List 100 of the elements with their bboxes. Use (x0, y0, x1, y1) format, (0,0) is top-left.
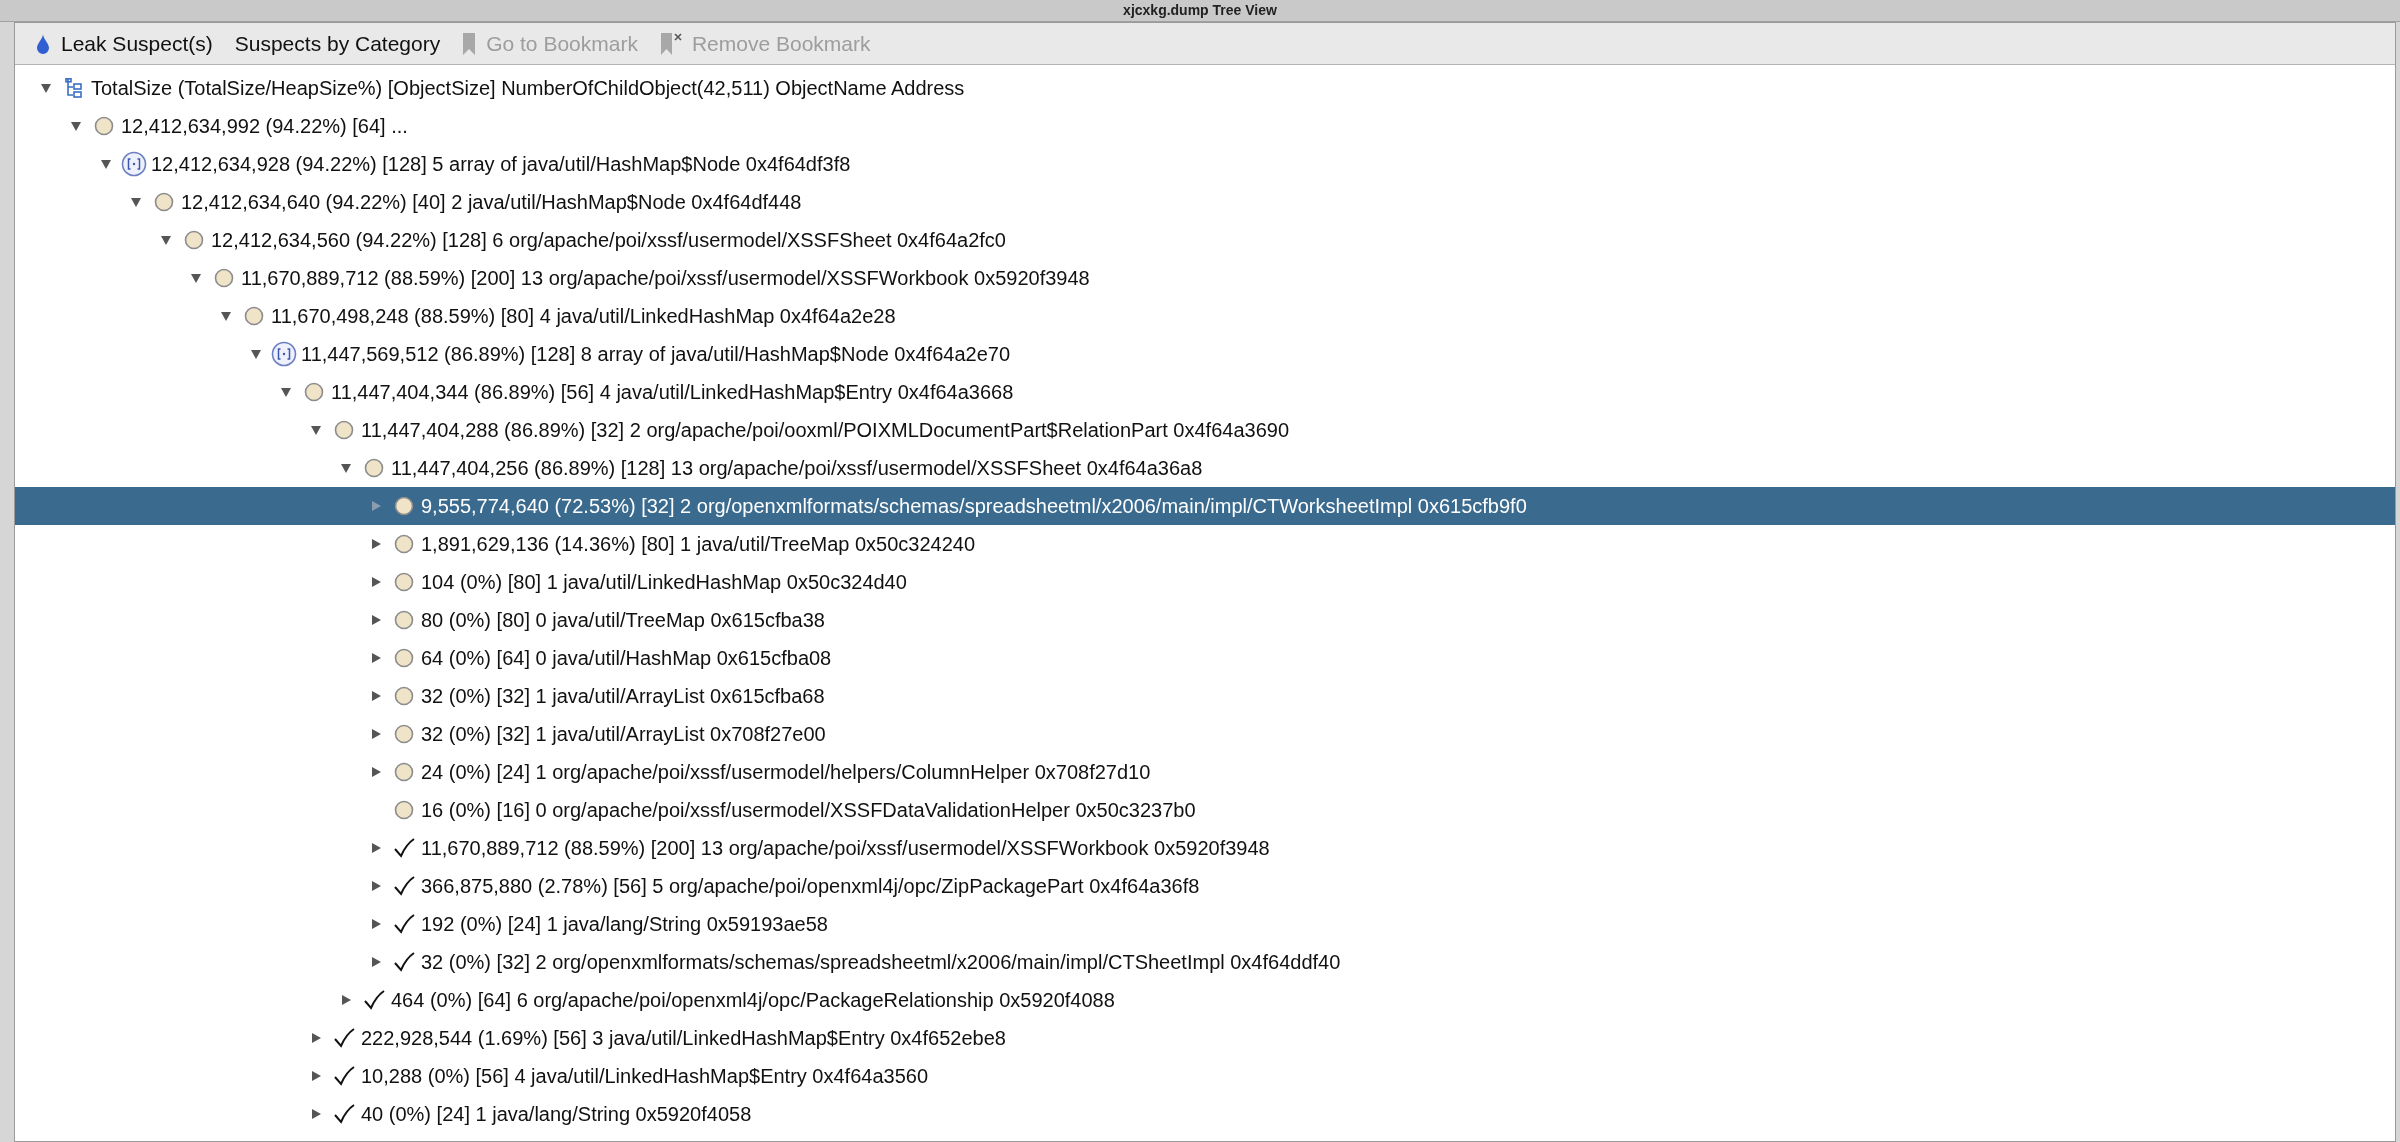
tree-row[interactable]: 11,670,889,712 (88.59%) [200] 13 org/apache/poi/xssf/usermodel/XSSFWorkbook 0x5920f3948 (15, 829, 2395, 867)
check-mark-icon (333, 1028, 355, 1048)
tree-row[interactable]: TotalSize (TotalSize/HeapSize%) [ObjectSize] NumberOfChildObject(42,511) ObjectName Address (15, 69, 2395, 107)
tree-row[interactable]: 32 (0%) [32] 1 java/util/ArrayList 0x615cfba68 (15, 677, 2395, 715)
node-label: 32 (0%) [32] 1 java/util/ArrayList 0x615cfba68 (421, 684, 825, 709)
circle-icon (364, 458, 384, 478)
circle-icon (154, 192, 174, 212)
tree-row[interactable]: 40 (0%) [24] 1 java/lang/String 0x5920f4058 (15, 1095, 2395, 1133)
collapse-arrow-icon[interactable] (40, 82, 52, 94)
tree-row[interactable]: 12,412,634,992 (94.22%) [64] ... (15, 107, 2395, 145)
expand-arrow-icon[interactable] (370, 576, 382, 588)
node-label: 40 (0%) [24] 1 java/lang/String 0x5920f4058 (361, 1102, 752, 1127)
tree-row[interactable]: 192 (0%) [24] 1 java/lang/String 0x59193ae58 (15, 905, 2395, 943)
expand-arrow-icon[interactable] (370, 956, 382, 968)
node-label: 1,891,629,136 (14.36%) [80] 1 java/util/TreeMap 0x50c324240 (421, 532, 976, 557)
node-label: 10,288 (0%) [56] 4 java/util/LinkedHashMap$Entry 0x4f64a3560 (361, 1064, 929, 1089)
collapse-arrow-icon[interactable] (130, 196, 142, 208)
expand-arrow-icon[interactable] (370, 538, 382, 550)
circle-icon (334, 420, 354, 440)
tree-row[interactable]: 80 (0%) [80] 0 java/util/TreeMap 0x615cfba38 (15, 601, 2395, 639)
collapse-arrow-icon[interactable] (100, 158, 112, 170)
node-label: 104 (0%) [80] 1 java/util/LinkedHashMap 0x50c324d40 (421, 570, 907, 595)
collapse-arrow-icon[interactable] (160, 234, 172, 246)
expand-arrow-icon[interactable] (370, 918, 382, 930)
circle-icon (244, 306, 264, 326)
expand-arrow-icon[interactable] (340, 994, 352, 1006)
toolbar-button[interactable]: Suspects by Category (234, 27, 441, 60)
expand-arrow-icon[interactable] (370, 842, 382, 854)
circle-icon (184, 230, 204, 250)
tree-row[interactable]: 11,447,404,344 (86.89%) [56] 4 java/util/LinkedHashMap$Entry 0x4f64a3668 (15, 373, 2395, 411)
expand-arrow-icon[interactable] (370, 690, 382, 702)
node-label: 12,412,634,992 (94.22%) [64] ... (121, 114, 408, 139)
collapse-arrow-icon[interactable] (250, 348, 262, 360)
collapse-arrow-icon[interactable] (280, 386, 292, 398)
tree-row[interactable]: 222,928,544 (1.69%) [56] 3 java/util/LinkedHashMap$Entry 0x4f652ebe8 (15, 1019, 2395, 1057)
bookmark-icon (462, 31, 477, 56)
check-mark-icon (333, 1104, 355, 1124)
expand-arrow-icon[interactable] (310, 1108, 322, 1120)
node-label: 11,670,889,712 (88.59%) [200] 13 org/apache/poi/xssf/usermodel/XSSFWorkbook 0x5920f3948 (241, 266, 1090, 291)
circle-icon (394, 534, 414, 554)
node-label: 11,447,404,288 (86.89%) [32] 2 org/apache/poi/ooxml/POIXMLDocumentPart$RelationPart 0x4f64a3690 (361, 418, 1289, 443)
tree-row[interactable]: 11,447,404,288 (86.89%) [32] 2 org/apache/poi/ooxml/POIXMLDocumentPart$RelationPart 0x4f64a3690 (15, 411, 2395, 449)
tree-row[interactable]: 32 (0%) [32] 2 org/openxmlformats/schemas/spreadsheetml/x2006/main/impl/CTSheetImpl 0x4f64ddf40 (15, 943, 2395, 981)
node-label: 9,555,774,640 (72.53%) [32] 2 org/openxmlformats/schemas/spreadsheetml/x2006/main/impl/CTWorksheetImpl 0x615cfb9f0 (421, 494, 1527, 519)
expand-arrow-icon[interactable] (370, 614, 382, 626)
tree-row[interactable]: 9,555,774,640 (72.53%) [32] 2 org/openxmlformats/schemas/spreadsheetml/x2006/main/impl/CTWorksheetImpl 0x615cfb9f0 (15, 487, 2395, 525)
node-label: 366,875,880 (2.78%) [56] 5 org/apache/poi/openxml4j/opc/ZipPackagePart 0x4f64a36f8 (421, 874, 1200, 899)
node-label: 12,412,634,560 (94.22%) [128] 6 org/apache/poi/xssf/usermodel/XSSFSheet 0x4f64a2fc0 (211, 228, 1006, 253)
tree-row[interactable]: 32 (0%) [32] 1 java/util/ArrayList 0x708f27e00 (15, 715, 2395, 753)
check-mark-icon (393, 838, 415, 858)
collapse-arrow-icon[interactable] (310, 424, 322, 436)
tree-structure-icon (65, 78, 83, 98)
circle-icon (394, 648, 414, 668)
collapse-arrow-icon[interactable] (70, 120, 82, 132)
tree-row[interactable]: 366,875,880 (2.78%) [56] 5 org/apache/poi/openxml4j/opc/ZipPackagePart 0x4f64a36f8 (15, 867, 2395, 905)
array-icon (271, 341, 297, 367)
array-icon (121, 151, 147, 177)
check-mark-icon (393, 914, 415, 934)
tree-row[interactable]: 11,670,498,248 (88.59%) [80] 4 java/util/LinkedHashMap 0x4f64a2e28 (15, 297, 2395, 335)
expand-arrow-icon[interactable] (370, 880, 382, 892)
tree-row[interactable]: 10,288 (0%) [56] 4 java/util/LinkedHashMap$Entry 0x4f64a3560 (15, 1057, 2395, 1095)
node-label: 64 (0%) [64] 0 java/util/HashMap 0x615cfba08 (421, 646, 832, 671)
collapse-arrow-icon[interactable] (340, 462, 352, 474)
node-label: 11,447,404,344 (86.89%) [56] 4 java/util/LinkedHashMap$Entry 0x4f64a3668 (331, 380, 1014, 405)
circle-icon (214, 268, 234, 288)
node-label: 11,447,404,256 (86.89%) [128] 13 org/apache/poi/xssf/usermodel/XSSFSheet 0x4f64a36a8 (391, 456, 1203, 481)
expand-arrow-icon[interactable] (370, 728, 382, 740)
tree-row[interactable]: 12,412,634,928 (94.22%) [128] 5 array of java/util/HashMap$Node 0x4f64df3f8 (15, 145, 2395, 183)
tree-row[interactable]: 11,447,569,512 (86.89%) [128] 8 array of java/util/HashMap$Node 0x4f64a2e70 (15, 335, 2395, 373)
collapse-arrow-icon[interactable] (190, 272, 202, 284)
tree-row[interactable]: 11,447,404,256 (86.89%) [128] 13 org/apache/poi/xssf/usermodel/XSSFSheet 0x4f64a36a8 (15, 449, 2395, 487)
check-mark-icon (393, 876, 415, 896)
check-mark-icon (363, 990, 385, 1010)
tree-row[interactable]: 12,412,634,560 (94.22%) [128] 6 org/apache/poi/xssf/usermodel/XSSFSheet 0x4f64a2fc0 (15, 221, 2395, 259)
collapse-arrow-icon[interactable] (220, 310, 232, 322)
toolbar-button[interactable]: Leak Suspect(s) (35, 27, 213, 60)
tree-row[interactable]: 24 (0%) [24] 1 org/apache/poi/xssf/usermodel/helpers/ColumnHelper 0x708f27d10 (15, 753, 2395, 791)
node-label: 11,447,569,512 (86.89%) [128] 8 array of java/util/HashMap$Node 0x4f64a2e70 (301, 342, 1010, 367)
tree-row[interactable]: 1,891,629,136 (14.36%) [80] 1 java/util/TreeMap 0x50c324240 (15, 525, 2395, 563)
circle-icon (304, 382, 324, 402)
tree-row[interactable]: 64 (0%) [64] 0 java/util/HashMap 0x615cfba08 (15, 639, 2395, 677)
circle-icon (94, 116, 114, 136)
tree-row[interactable]: 12,412,634,640 (94.22%) [40] 2 java/util/HashMap$Node 0x4f64df448 (15, 183, 2395, 221)
node-label: 80 (0%) [80] 0 java/util/TreeMap 0x615cfba38 (421, 608, 825, 633)
circle-icon (394, 572, 414, 592)
expand-arrow-icon[interactable] (310, 1032, 322, 1044)
expand-arrow-icon[interactable] (370, 766, 382, 778)
expand-arrow-icon[interactable] (370, 652, 382, 664)
circle-icon (394, 610, 414, 630)
node-label: 24 (0%) [24] 1 org/apache/poi/xssf/usermodel/helpers/ColumnHelper 0x708f27d10 (421, 760, 1151, 785)
expand-arrow-icon[interactable] (310, 1070, 322, 1082)
node-label: 32 (0%) [32] 1 java/util/ArrayList 0x708f27e00 (421, 722, 826, 747)
circle-icon (394, 496, 414, 516)
node-label: 12,412,634,928 (94.22%) [128] 5 array of java/util/HashMap$Node 0x4f64df3f8 (151, 152, 851, 177)
tree-row[interactable]: 16 (0%) [16] 0 org/apache/poi/xssf/usermodel/XSSFDataValidationHelper 0x50c3237b0 (15, 791, 2395, 829)
tree-row[interactable]: 104 (0%) [80] 1 java/util/LinkedHashMap 0x50c324d40 (15, 563, 2395, 601)
node-label: 11,670,889,712 (88.59%) [200] 13 org/apache/poi/xssf/usermodel/XSSFWorkbook 0x5920f3948 (421, 836, 1270, 861)
tree-row[interactable]: 11,670,889,712 (88.59%) [200] 13 org/apache/poi/xssf/usermodel/XSSFWorkbook 0x5920f3948 (15, 259, 2395, 297)
circle-icon (394, 800, 414, 820)
tree-row[interactable]: 464 (0%) [64] 6 org/apache/poi/openxml4j/opc/PackageRelationship 0x5920f4088 (15, 981, 2395, 1019)
